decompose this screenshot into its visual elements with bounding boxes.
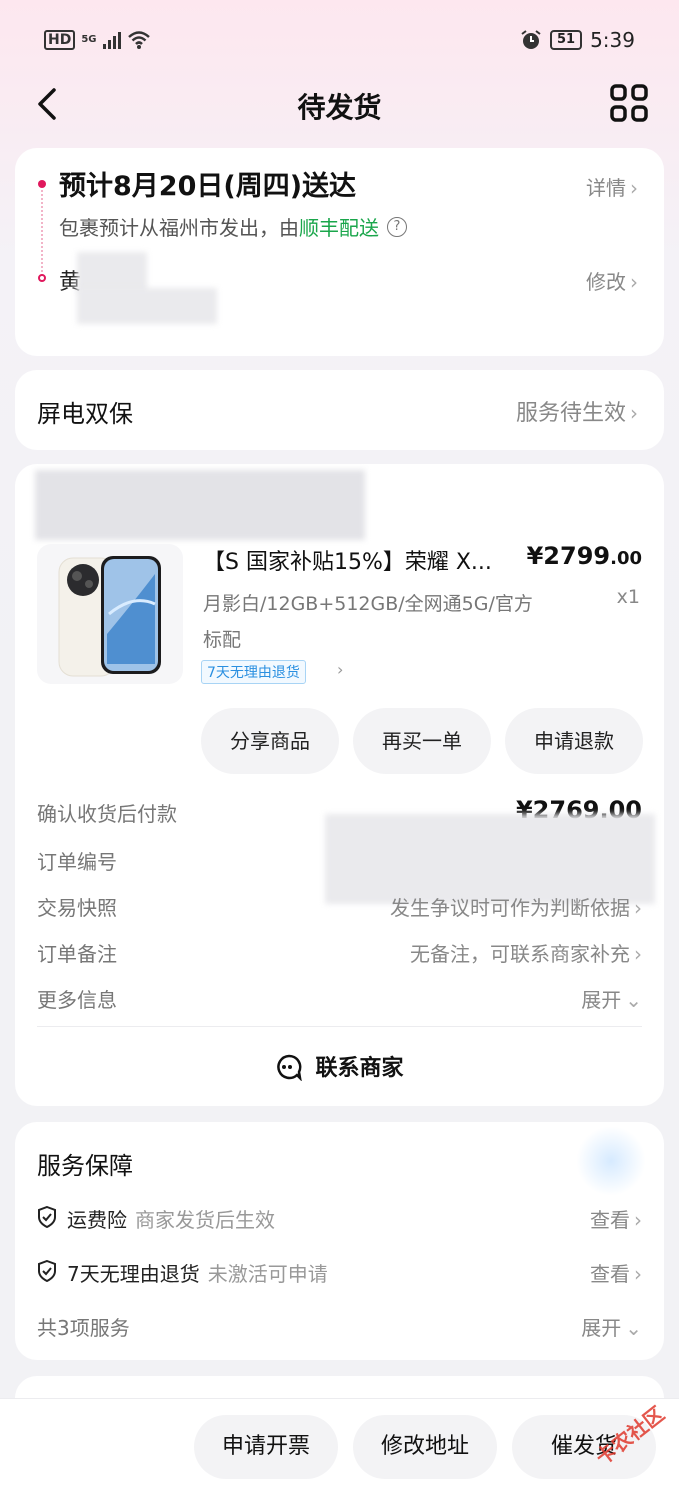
row-label: 订单备注: [37, 942, 117, 966]
service-action: 查看 ›: [590, 1204, 642, 1233]
signal-icon: [102, 31, 121, 49]
carrier-name: 顺丰配送: [299, 216, 379, 240]
order-row-snapshot[interactable]: 交易快照 发生争议时可作为判断依据 ›: [37, 892, 642, 922]
protection-card[interactable]: 屏电双保 服务待生效 ›: [15, 370, 664, 450]
service-total: 共3项服务: [37, 1316, 130, 1340]
product-name[interactable]: 【S 国家补贴15%】荣耀 X...: [203, 544, 533, 576]
row-value: 发生争议时可作为判断依据 ›: [390, 892, 642, 921]
row-label: 更多信息: [37, 988, 117, 1012]
address-blur: [77, 288, 217, 324]
contact-seller-button[interactable]: 联系商家: [15, 1050, 664, 1082]
product-image[interactable]: [37, 544, 183, 684]
service-item-name-wrap: 运费险 商家发货后生效: [67, 1204, 275, 1233]
buy-again-button[interactable]: 再买一单: [353, 708, 491, 774]
service-expand-label: 展开: [581, 1316, 622, 1340]
bottom-action-bar: 申请开票 修改地址 催发货: [0, 1398, 679, 1500]
chat-icon: [277, 1054, 303, 1081]
row-value-text: 无备注，可联系商家补充: [410, 942, 630, 966]
row-value: 展开 ⌄: [581, 984, 642, 1013]
address-blur: [77, 252, 147, 292]
return-policy-tag[interactable]: 7天无理由退货: [201, 660, 306, 684]
delivery-detail-link[interactable]: 详情 ›: [586, 172, 638, 201]
chevron-right-icon: ›: [630, 401, 638, 425]
wifi-icon: [127, 31, 150, 49]
product-price: ¥2799.00: [527, 542, 642, 570]
order-number-blur: [325, 814, 655, 904]
edit-label: 修改: [586, 270, 626, 294]
service-item-name-wrap: 7天无理由退货 未激活可申请: [67, 1258, 328, 1287]
chevron-right-icon: ›: [634, 896, 642, 920]
service-title: 服务保障: [37, 1152, 133, 1180]
status-bar: HD 5G 51 5:39: [0, 0, 679, 80]
service-card: 服务保障 运费险 商家发货后生效 查看 › 7天无理由退货 未激活可申请 查看 › 共3…: [15, 1122, 664, 1360]
request-refund-button[interactable]: 申请退款: [505, 708, 643, 774]
chevron-right-icon[interactable]: ›: [337, 660, 343, 679]
row-label: 确认收货后付款: [37, 802, 177, 826]
grid-icon[interactable]: [609, 83, 649, 123]
request-invoice-button[interactable]: 申请开票: [194, 1415, 338, 1479]
protection-title: 屏电双保: [37, 400, 133, 428]
ship-info: 包裹预计从福州市发出，由 顺丰配送 ?: [59, 212, 407, 241]
service-total-row[interactable]: 共3项服务 展开 ⌄: [37, 1312, 642, 1342]
service-action: 查看 ›: [590, 1258, 642, 1287]
row-label: 交易快照: [37, 896, 117, 920]
clock: 5:39: [590, 28, 635, 52]
address-dot: [38, 274, 46, 282]
protection-status: 服务待生效 ›: [516, 395, 638, 427]
price-decimal: .00: [610, 548, 642, 569]
contact-label: 联系商家: [315, 1056, 404, 1081]
price-main: ¥2799: [526, 542, 611, 570]
page-title: 待发货: [297, 91, 382, 124]
delivery-eta: 预计8月20日(周四)送达: [59, 171, 357, 202]
row-value: 无备注，可联系商家补充 ›: [410, 938, 642, 967]
product-spec: 月影白/12GB+512GB/全网通5G/官方标配: [203, 593, 533, 651]
order-row-remark[interactable]: 订单备注 无备注，可联系商家补充 ›: [37, 938, 642, 968]
ship-prefix: 包裹预计从福州市发出，由: [59, 216, 299, 240]
network-type: 5G: [81, 34, 97, 45]
header: 待发货: [0, 78, 679, 128]
service-expand: 展开 ⌄: [581, 1312, 642, 1341]
chevron-right-icon: ›: [634, 1208, 642, 1232]
shield-icon: [38, 1206, 56, 1228]
timeline-dot: [38, 180, 46, 188]
decorative-circle: [576, 1126, 646, 1196]
order-card: 【S 国家补贴15%】荣耀 X... ¥2799.00 月影白/12GB+512…: [15, 464, 664, 1106]
detail-label: 详情: [586, 176, 626, 200]
service-desc: 未激活可申请: [207, 1262, 328, 1286]
shield-icon: [38, 1260, 56, 1282]
chevron-right-icon: ›: [630, 270, 638, 294]
change-address-button[interactable]: 修改地址: [353, 1415, 497, 1479]
service-name: 运费险: [67, 1208, 127, 1232]
edit-address-link[interactable]: 修改 ›: [586, 266, 638, 295]
divider: [37, 1026, 642, 1027]
status-left: HD 5G: [44, 30, 151, 50]
service-item[interactable]: 7天无理由退货 未激活可申请 查看 ›: [37, 1258, 642, 1288]
alarm-icon: [521, 30, 541, 49]
delivery-card: 预计8月20日(周四)送达 详情 › 包裹预计从福州市发出，由 顺丰配送 ? 黄 …: [15, 148, 664, 356]
chevron-right-icon: ›: [634, 1262, 642, 1286]
product-quantity: x1: [616, 586, 640, 608]
service-item[interactable]: 运费险 商家发货后生效 查看 ›: [37, 1204, 642, 1234]
service-action-label: 查看: [590, 1262, 630, 1286]
share-product-button[interactable]: 分享商品: [201, 708, 339, 774]
service-name: 7天无理由退货: [67, 1262, 200, 1286]
chevron-right-icon: ›: [630, 176, 638, 200]
row-value-text: 展开: [581, 988, 622, 1012]
help-icon[interactable]: ?: [387, 216, 407, 237]
order-row-more[interactable]: 更多信息 展开 ⌄: [37, 984, 642, 1014]
chevron-down-icon: ⌄: [625, 1316, 642, 1340]
row-value-text: 发生争议时可作为判断依据: [390, 896, 630, 920]
row-label: 订单编号: [37, 850, 117, 874]
protection-status-label: 服务待生效: [515, 401, 626, 426]
battery-icon: 51: [549, 30, 583, 50]
service-action-label: 查看: [590, 1208, 630, 1232]
hd-indicator: HD: [44, 30, 76, 50]
timeline-line: [41, 190, 43, 280]
chevron-right-icon: ›: [634, 942, 642, 966]
shop-name-blur: [35, 470, 365, 540]
service-desc: 商家发货后生效: [135, 1208, 275, 1232]
status-right: 51 5:39: [520, 28, 635, 52]
chevron-down-icon: ⌄: [625, 988, 642, 1012]
